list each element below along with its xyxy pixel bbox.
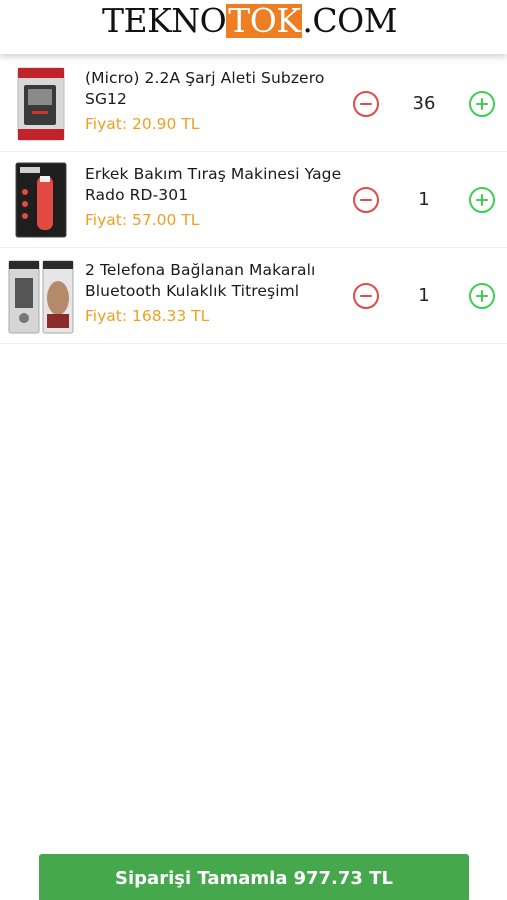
item-info: 2 Telefona Bağlanan Makaralı Bluetooth K… xyxy=(85,260,345,326)
charger-product-image[interactable] xyxy=(8,66,74,142)
site-logo[interactable]: TEKNOTOK.COM xyxy=(102,3,397,39)
increase-quantity-button[interactable] xyxy=(469,91,495,117)
quantity-stepper: 36 xyxy=(353,90,495,118)
item-info: Erkek Bakım Tıraş Makinesi Yage Rado RD-… xyxy=(85,164,345,230)
item-price: Fiyat: 57.00 TL xyxy=(85,211,200,229)
header: TEKNOTOK.COM xyxy=(0,0,507,54)
cart-list: (Micro) 2.2A Şarj Aleti Subzero SG12 Fiy… xyxy=(0,56,507,344)
increase-quantity-button[interactable] xyxy=(469,187,495,213)
item-quantity: 1 xyxy=(418,285,430,306)
trimmer-product-image[interactable] xyxy=(8,162,74,238)
cart-item: (Micro) 2.2A Şarj Aleti Subzero SG12 Fiy… xyxy=(0,56,507,152)
item-name: 2 Telefona Bağlanan Makaralı Bluetooth K… xyxy=(85,261,316,300)
headset-product-image[interactable] xyxy=(8,258,74,334)
increase-quantity-button[interactable] xyxy=(469,283,495,309)
app-screen: TEKNOTOK.COM (Micro) 2.2A Şarj Aleti Sub… xyxy=(0,0,507,900)
item-info: (Micro) 2.2A Şarj Aleti Subzero SG12 Fiy… xyxy=(85,68,345,134)
quantity-stepper: 1 xyxy=(353,282,495,310)
decrease-quantity-button[interactable] xyxy=(353,187,379,213)
quantity-stepper: 1 xyxy=(353,186,495,214)
complete-order-button[interactable]: Siparişi Tamamla 977.73 TL xyxy=(39,854,469,900)
logo-text-part3: .COM xyxy=(302,1,397,40)
minus-icon xyxy=(360,103,372,105)
item-quantity: 1 xyxy=(418,189,430,210)
item-quantity: 36 xyxy=(412,93,436,114)
item-price: Fiyat: 20.90 TL xyxy=(85,115,200,133)
checkout-label: Siparişi Tamamla xyxy=(115,867,288,889)
decrease-quantity-button[interactable] xyxy=(353,283,379,309)
item-name: (Micro) 2.2A Şarj Aleti Subzero SG12 xyxy=(85,69,325,108)
logo-text-part1: TEKNO xyxy=(102,1,227,40)
item-price: Fiyat: 168.33 TL xyxy=(85,307,210,325)
cart-item: Erkek Bakım Tıraş Makinesi Yage Rado RD-… xyxy=(0,152,507,248)
cart-item: 2 Telefona Bağlanan Makaralı Bluetooth K… xyxy=(0,248,507,344)
logo-text-highlight: TOK xyxy=(226,1,303,40)
item-name: Erkek Bakım Tıraş Makinesi Yage Rado RD-… xyxy=(85,165,342,204)
minus-icon xyxy=(360,199,372,201)
minus-icon xyxy=(360,295,372,297)
decrease-quantity-button[interactable] xyxy=(353,91,379,117)
checkout-total: 977.73 TL xyxy=(293,867,393,889)
